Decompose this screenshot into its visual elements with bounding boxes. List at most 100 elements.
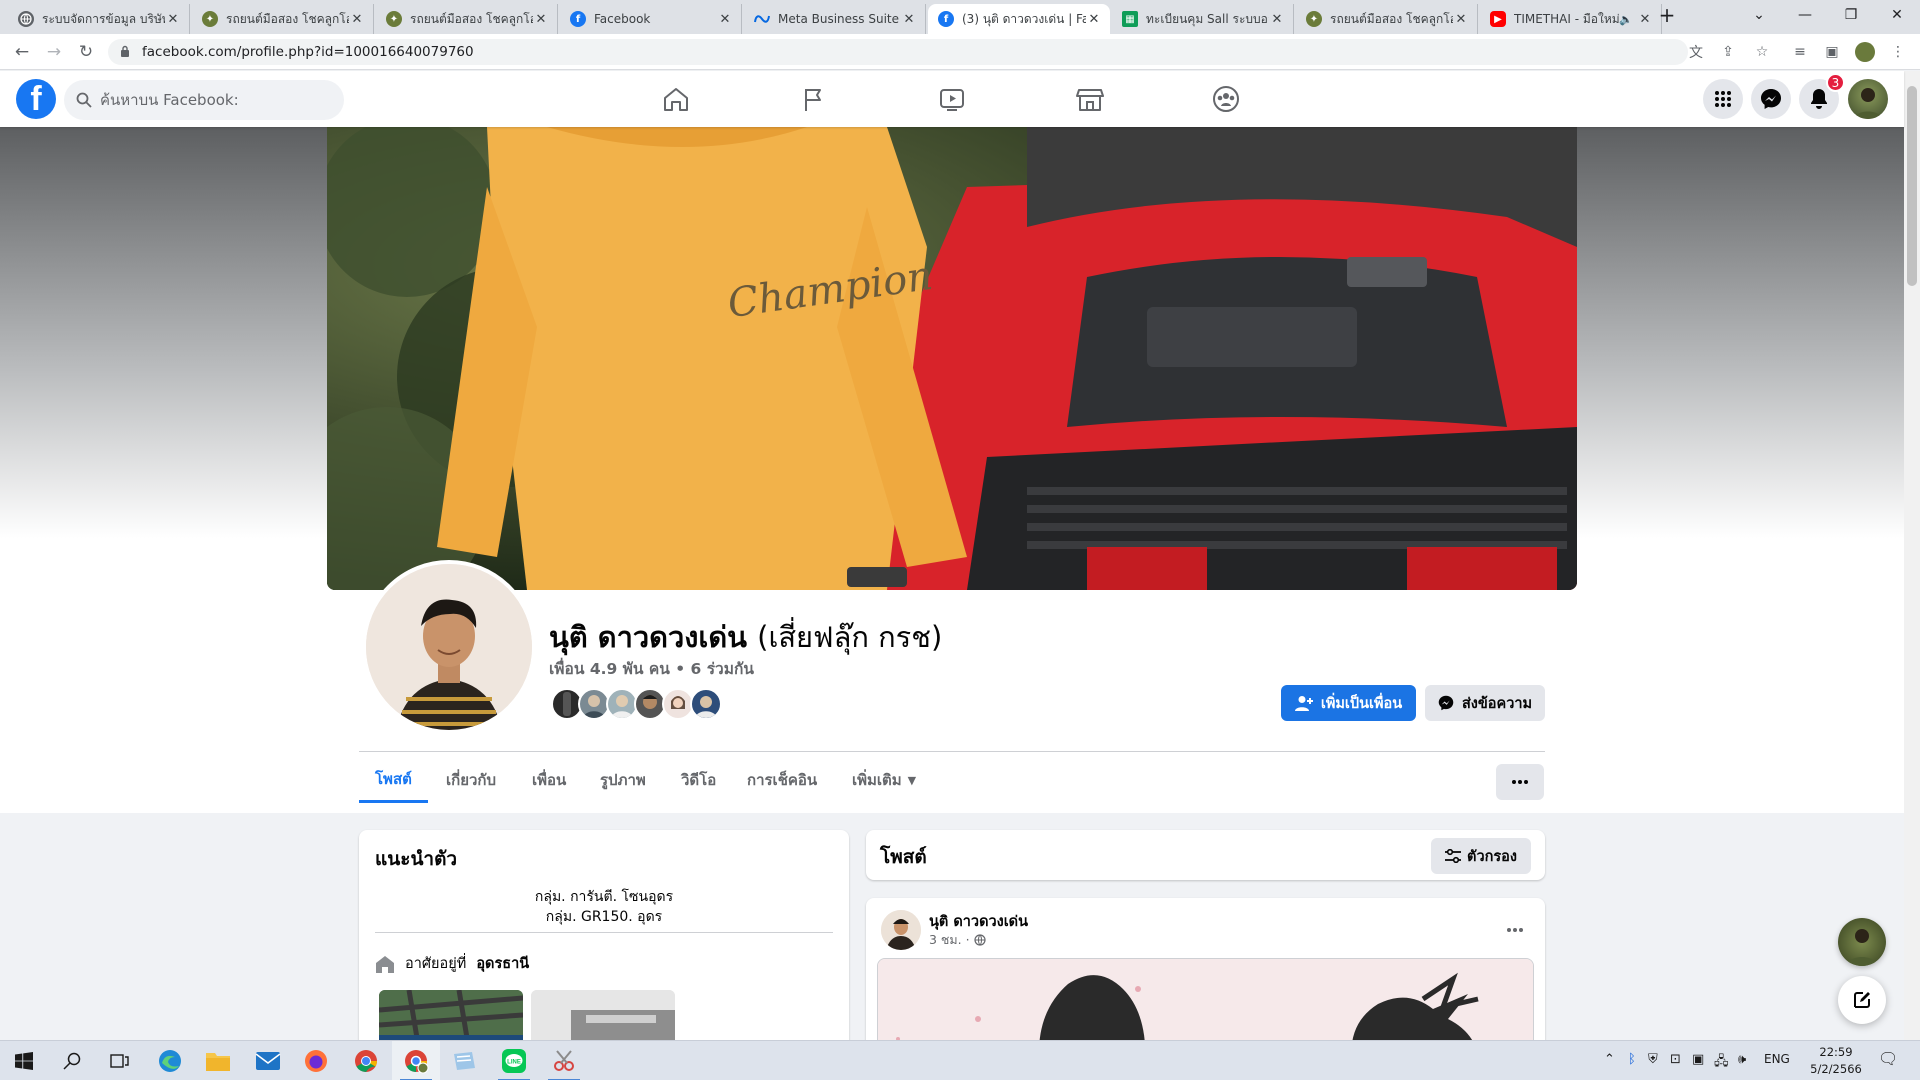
translate-icon[interactable]: 文: [1686, 42, 1706, 62]
tab-title: TIMETHAI - มือใหม่: [1514, 11, 1620, 26]
browser-tab[interactable]: f Facebook ✕: [560, 4, 742, 34]
back-icon[interactable]: ←: [10, 40, 34, 64]
friends-count[interactable]: เพื่อน 4.9 พัน คน • 6 ร่วมกัน: [549, 656, 754, 681]
display-icon[interactable]: ▣: [1692, 1052, 1704, 1067]
facebook-icon: f: [570, 11, 586, 27]
car-site-icon: ✦: [1306, 11, 1322, 27]
mail-icon[interactable]: [244, 1041, 292, 1080]
tab-photos[interactable]: รูปภาพ: [584, 757, 662, 803]
tab-more[interactable]: เพิ่มเติม ▼: [836, 757, 932, 803]
security-shield-icon[interactable]: ⛨: [1648, 1052, 1658, 1067]
chrome-menu-icon[interactable]: ⋮: [1888, 42, 1908, 62]
tab-title: ทะเบียนคุม Sall ระบบออนไ: [1146, 11, 1269, 26]
share-icon[interactable]: ⇪: [1718, 42, 1738, 62]
volume-icon[interactable]: 🕪: [1738, 1052, 1746, 1067]
chrome-profile-avatar[interactable]: [1855, 42, 1875, 62]
browser-tab[interactable]: ✦ รถยนต์มือสอง โชคลูกโอต ✕: [376, 4, 558, 34]
facebook-logo-icon[interactable]: f: [16, 79, 56, 119]
tab-close-icon[interactable]: ✕: [717, 12, 733, 27]
tab-videos[interactable]: วิดีโอ: [665, 757, 732, 803]
bluetooth-icon[interactable]: ᛒ: [1628, 1052, 1636, 1067]
restore-icon[interactable]: ❐: [1828, 0, 1874, 30]
firefox-icon[interactable]: [292, 1041, 340, 1080]
action-center-icon[interactable]: 🗨: [1878, 1049, 1898, 1068]
lives-city-link[interactable]: อุดรธานี: [476, 952, 529, 975]
lives-prefix: อาศัยอยู่ที่: [405, 956, 467, 972]
chrome-icon[interactable]: [342, 1041, 390, 1080]
filter-button[interactable]: ตัวกรอง: [1431, 838, 1531, 874]
home-location-icon: [376, 955, 394, 973]
tab-close-icon[interactable]: ✕: [1086, 12, 1102, 27]
tab-about[interactable]: เกี่ยวกับ: [430, 757, 512, 803]
browser-tab-active[interactable]: f (3) นุติ ดาวดวงเด่น | Face ✕: [928, 4, 1110, 34]
tab-close-icon[interactable]: ✕: [349, 12, 365, 27]
reading-list-icon[interactable]: ≡: [1790, 42, 1810, 62]
side-panel-icon[interactable]: ▣: [1822, 42, 1842, 62]
line-app-icon[interactable]: LINE: [490, 1041, 538, 1080]
notes-app-icon[interactable]: [440, 1041, 488, 1080]
browser-tab[interactable]: ▶ TIMETHAI - มือใหม่ 🔈 ✕: [1480, 4, 1662, 34]
browser-tab[interactable]: Meta Business Suite ✕: [744, 4, 926, 34]
home-icon[interactable]: [620, 71, 732, 127]
tab-posts[interactable]: โพสต์: [359, 757, 428, 803]
network-icon[interactable]: 🖧: [1714, 1052, 1729, 1074]
pages-flag-icon[interactable]: [758, 71, 870, 127]
new-tab-icon[interactable]: +: [1650, 0, 1684, 30]
minimize-icon[interactable]: —: [1782, 0, 1828, 30]
scrollbar-thumb[interactable]: [1907, 86, 1917, 286]
reload-icon[interactable]: ↻: [74, 40, 98, 64]
menu-grid-icon[interactable]: [1703, 79, 1743, 119]
edge-browser-icon[interactable]: [146, 1041, 194, 1080]
chrome-profile-running-icon[interactable]: [392, 1041, 440, 1080]
tab-close-icon[interactable]: ✕: [1269, 12, 1285, 27]
messenger-icon[interactable]: [1751, 79, 1791, 119]
browser-tab[interactable]: ระบบจัดการข้อมูล บริษัท ไ ✕: [8, 4, 190, 34]
new-message-compose-icon[interactable]: [1838, 976, 1886, 1024]
task-view-icon[interactable]: [96, 1041, 144, 1080]
browser-tab[interactable]: ✦ รถยนต์มือสอง โชคลูกโอต ✕: [1296, 4, 1478, 34]
friend-avatar[interactable]: [690, 688, 722, 720]
tab-friends[interactable]: เพื่อน: [516, 757, 582, 803]
browser-tab-strip: ระบบจัดการข้อมูล บริษัท ไ ✕ ✦ รถยนต์มือส…: [0, 0, 1920, 34]
add-friend-button[interactable]: เพิ่มเป็นเพื่อน: [1281, 685, 1416, 721]
cover-photo[interactable]: Champion: [327, 127, 1577, 590]
browser-tab[interactable]: ✦ รถยนต์มือสอง โชคลูกโอต ✕: [192, 4, 374, 34]
tab-close-icon[interactable]: ✕: [165, 12, 181, 27]
bookmark-star-icon[interactable]: ☆: [1752, 42, 1772, 62]
windows-start-icon[interactable]: [0, 1041, 48, 1080]
tab-title: ระบบจัดการข้อมูล บริษัท ไ: [42, 11, 165, 26]
tray-chevron-up-icon[interactable]: ⌃: [1604, 1052, 1615, 1067]
browser-tab[interactable]: ▦ ทะเบียนคุม Sall ระบบออนไ ✕: [1112, 4, 1294, 34]
tab-close-icon[interactable]: ✕: [533, 12, 549, 27]
post-author-avatar[interactable]: [881, 910, 921, 950]
tab-checkins[interactable]: การเช็คอิน: [731, 757, 833, 803]
url-text[interactable]: facebook.com/profile.php?id=100016640079…: [142, 44, 474, 60]
device-icon[interactable]: ⊡: [1670, 1052, 1681, 1067]
bio-line: กลุ่ม. GR150. อุดร: [545, 909, 663, 925]
facebook-search-input[interactable]: [64, 80, 344, 120]
post-timestamp[interactable]: 3 ชม. ·: [929, 930, 986, 950]
groups-icon[interactable]: [1170, 71, 1282, 127]
taskbar-search-icon[interactable]: [48, 1041, 96, 1080]
post-options-icon[interactable]: [1497, 912, 1533, 948]
window-close-icon[interactable]: ✕: [1874, 0, 1920, 30]
snipping-tool-icon[interactable]: [540, 1041, 588, 1080]
profile-picture[interactable]: [362, 560, 536, 734]
file-explorer-icon[interactable]: [194, 1041, 242, 1080]
tab-close-icon[interactable]: ✕: [901, 12, 917, 27]
speaker-icon[interactable]: 🔈: [1619, 13, 1633, 26]
account-avatar[interactable]: [1848, 79, 1888, 119]
input-language[interactable]: ENG: [1764, 1052, 1790, 1066]
tab-search-chevron-icon[interactable]: ⌄: [1736, 0, 1782, 30]
facebook-header: f 3: [0, 71, 1904, 127]
contact-bubble-avatar[interactable]: [1838, 918, 1886, 966]
marketplace-icon[interactable]: [1034, 71, 1146, 127]
watch-video-icon[interactable]: [896, 71, 1008, 127]
profile-more-options-button[interactable]: [1496, 764, 1544, 800]
posts-title: โพสต์: [880, 846, 927, 868]
lock-icon[interactable]: [120, 45, 130, 58]
forward-icon[interactable]: →: [42, 40, 66, 64]
tab-close-icon[interactable]: ✕: [1453, 12, 1469, 27]
taskbar-clock[interactable]: 22:59 5/2/2566: [1808, 1044, 1864, 1078]
send-message-button[interactable]: ส่งข้อความ: [1425, 685, 1545, 721]
